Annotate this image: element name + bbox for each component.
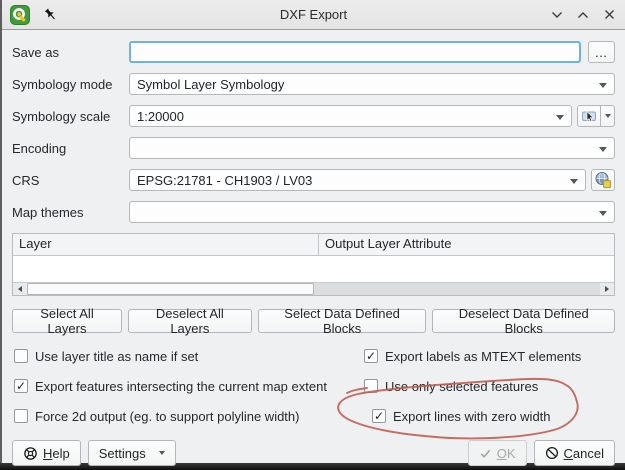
option-use-layer-title[interactable]: Use layer title as name if set <box>14 347 364 365</box>
dxf-export-dialog: DXF Export <box>2 0 625 463</box>
save-as-label: Save as <box>12 45 129 60</box>
row-map-themes: Map themes <box>12 201 615 223</box>
map-themes-label: Map themes <box>12 205 129 220</box>
shade-window-icon[interactable] <box>549 7 565 23</box>
scroll-left-button[interactable] <box>13 283 27 295</box>
row-symbology-mode: Symbology mode Symbol Layer Symbology <box>12 73 615 95</box>
chevron-down-icon <box>599 83 607 88</box>
select-data-defined-blocks-button[interactable]: Select Data Defined Blocks <box>258 309 427 333</box>
maximize-window-icon[interactable] <box>575 7 591 23</box>
help-button-label: Help <box>43 446 70 461</box>
option-label: Use only selected features <box>385 379 538 394</box>
layer-table: Layer Output Layer Attribute <box>12 233 615 296</box>
deselect-all-layers-button[interactable]: Deselect All Layers <box>128 309 252 333</box>
encoding-label: Encoding <box>12 141 129 156</box>
settings-button-label: Settings <box>99 446 146 461</box>
symbology-mode-label: Symbology mode <box>12 77 129 92</box>
titlebar[interactable]: DXF Export <box>2 0 625 30</box>
layer-action-buttons: Select All Layers Deselect All Layers Se… <box>12 309 615 333</box>
chevron-down-icon <box>570 179 578 184</box>
option-export-lines-zero-width[interactable]: ✓ Export lines with zero width <box>364 407 615 425</box>
cancel-button-label: Cancel <box>564 446 604 461</box>
option-use-only-selected-features[interactable]: Use only selected features <box>364 377 615 395</box>
scrollbar-thumb[interactable] <box>27 283 314 295</box>
save-as-input[interactable] <box>129 41 581 63</box>
select-all-layers-button[interactable]: Select All Layers <box>12 309 122 333</box>
row-symbology-scale: Symbology scale 1:20000 <box>12 105 615 127</box>
symbology-mode-combobox[interactable]: Symbol Layer Symbology <box>129 73 615 95</box>
map-themes-combobox[interactable] <box>129 201 615 223</box>
scrollbar-track[interactable] <box>27 283 600 295</box>
crs-label: CRS <box>12 173 129 188</box>
option-label: Force 2d output (eg. to support polyline… <box>35 409 299 424</box>
qgis-logo-icon[interactable] <box>10 5 30 25</box>
window-title: DXF Export <box>2 7 625 22</box>
cancel-button[interactable]: Cancel <box>534 440 615 466</box>
scroll-right-button[interactable] <box>600 283 614 295</box>
triangle-right-icon <box>605 286 609 292</box>
select-crs-button[interactable] <box>591 169 615 191</box>
option-label: Export lines with zero width <box>393 409 551 424</box>
help-icon <box>23 446 38 461</box>
option-export-features-map-extent[interactable]: ✓ Export features intersecting the curre… <box>14 377 364 395</box>
chevron-down-icon <box>605 114 611 118</box>
horizontal-scrollbar <box>13 282 614 295</box>
dialog-footer: Help Settings OK Cancel <box>2 440 625 466</box>
checkbox-checked-icon: ✓ <box>14 379 28 393</box>
option-label: Export features intersecting the current… <box>35 379 327 394</box>
map-cursor-icon <box>581 108 597 124</box>
scale-from-map-split-button <box>577 105 615 127</box>
crs-combobox[interactable]: EPSG:21781 - CH1903 / LV03 <box>129 169 586 191</box>
symbology-scale-value: 1:20000 <box>137 109 184 124</box>
pin-icon[interactable] <box>42 7 58 23</box>
crs-value: EPSG:21781 - CH1903 / LV03 <box>137 173 312 188</box>
window-controls <box>549 7 617 23</box>
deselect-data-defined-blocks-button[interactable]: Deselect Data Defined Blocks <box>432 309 615 333</box>
check-icon <box>479 447 492 460</box>
chevron-down-icon <box>159 451 165 455</box>
checkbox-icon <box>14 349 28 363</box>
help-button[interactable]: Help <box>12 440 81 466</box>
close-window-icon[interactable] <box>601 7 617 23</box>
ok-button-label: OK <box>497 446 516 461</box>
settings-button[interactable]: Settings <box>88 440 176 466</box>
checkbox-checked-icon: ✓ <box>364 349 378 363</box>
option-force-2d-output[interactable]: Force 2d output (eg. to support polyline… <box>14 407 364 425</box>
option-export-labels-mtext[interactable]: ✓ Export labels as MTEXT elements <box>364 347 615 365</box>
option-label: Use layer title as name if set <box>35 349 198 364</box>
symbology-scale-label: Symbology scale <box>12 109 129 124</box>
checkbox-checked-icon: ✓ <box>372 409 386 423</box>
chevron-down-icon <box>599 147 607 152</box>
scale-options-arrow-button[interactable] <box>601 105 615 127</box>
checkbox-icon <box>14 409 28 423</box>
layer-table-body[interactable] <box>13 256 614 282</box>
encoding-combobox[interactable] <box>129 137 615 159</box>
row-save-as: Save as … <box>12 41 615 63</box>
row-crs: CRS EPSG:21781 - CH1903 / LV03 <box>12 169 615 191</box>
symbology-mode-value: Symbol Layer Symbology <box>137 77 284 92</box>
export-options: Use layer title as name if set ✓ Export … <box>12 347 615 425</box>
triangle-left-icon <box>18 286 22 292</box>
browse-button[interactable]: … <box>588 41 615 63</box>
ok-button[interactable]: OK <box>468 440 527 466</box>
row-encoding: Encoding <box>12 137 615 159</box>
chevron-down-icon <box>599 211 607 216</box>
cancel-circle-slash-icon <box>545 446 559 460</box>
symbology-scale-combobox[interactable]: 1:20000 <box>129 105 572 127</box>
checkbox-icon <box>364 379 378 393</box>
column-header-layer[interactable]: Layer <box>13 234 319 255</box>
option-label: Export labels as MTEXT elements <box>385 349 581 364</box>
set-scale-from-canvas-button[interactable] <box>577 105 601 127</box>
screenshot-root: DXF Export <box>0 0 625 470</box>
crs-globe-icon <box>594 171 612 189</box>
chevron-down-icon <box>556 115 564 120</box>
layer-table-header: Layer Output Layer Attribute <box>13 234 614 256</box>
column-header-output-layer-attribute[interactable]: Output Layer Attribute <box>319 234 614 255</box>
